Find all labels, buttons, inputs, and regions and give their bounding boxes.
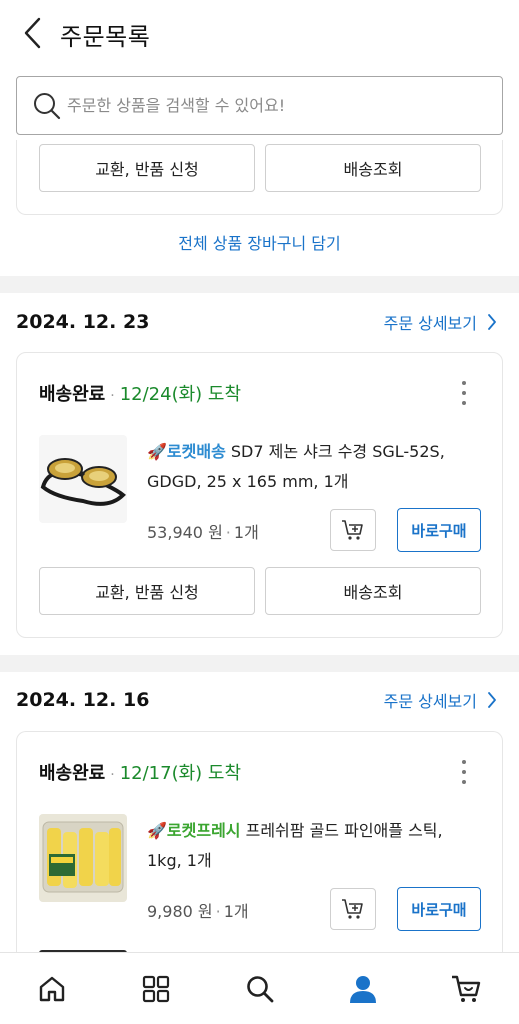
search-input[interactable] bbox=[67, 96, 467, 115]
section-divider bbox=[0, 655, 519, 672]
my-account-icon bbox=[350, 976, 376, 1003]
product-name[interactable]: 🚀로켓프레시 프레쉬팜 골드 파인애플 스틱, 1kg, 1개 bbox=[147, 816, 477, 876]
delivery-tracking-button[interactable]: 배송조회 bbox=[265, 144, 481, 192]
exchange-return-button[interactable]: 교환, 반품 신청 bbox=[39, 567, 255, 615]
rocket-icon: 🚀 bbox=[147, 442, 167, 461]
category-grid-icon bbox=[142, 975, 170, 1003]
order-detail-label: 주문 상세보기 bbox=[383, 692, 477, 711]
delivery-tracking-button[interactable]: 배송조회 bbox=[265, 567, 481, 615]
order-card: 배송완료 · 12/17(화) 도착 🚀로켓프레시 프레쉬팜 골드 파인애플 스… bbox=[16, 731, 503, 954]
product-qty: 1개 bbox=[223, 902, 249, 921]
status-label: 배송완료 bbox=[39, 384, 106, 405]
price-qty: 9,980 원 · 1개 bbox=[147, 902, 249, 921]
delivery-status: 배송완료 · 12/24(화) 도착 bbox=[39, 380, 241, 406]
more-options-icon[interactable] bbox=[460, 760, 468, 784]
product-qty: 1개 bbox=[233, 523, 259, 542]
page-title: 주문목록 bbox=[60, 23, 151, 51]
product-price: 9,980 원 bbox=[147, 902, 213, 921]
order-detail-link[interactable]: 주문 상세보기 bbox=[384, 310, 497, 334]
product-price: 53,940 원 bbox=[147, 523, 223, 542]
nav-search[interactable] bbox=[240, 969, 280, 1009]
order-detail-label: 주문 상세보기 bbox=[383, 314, 477, 333]
buy-now-button[interactable]: 바로구매 bbox=[397, 887, 481, 931]
bottom-navigation bbox=[0, 952, 519, 1024]
chevron-right-icon bbox=[488, 692, 496, 708]
status-separator: · bbox=[110, 388, 115, 404]
order-card: 배송완료 · 12/24(화) 도착 🚀로켓배송 SD7 제논 샤크 수경 SG… bbox=[16, 352, 503, 638]
nav-home[interactable] bbox=[32, 969, 72, 1009]
add-to-cart-button[interactable] bbox=[330, 888, 376, 930]
price-qty: 53,940 원 · 1개 bbox=[147, 523, 259, 542]
section-divider bbox=[0, 276, 519, 293]
add-to-cart-button[interactable] bbox=[330, 509, 376, 551]
order-date: 2024. 12. 23 bbox=[16, 311, 150, 333]
product-name[interactable]: 🚀로켓배송 SD7 제논 샤크 수경 SGL-52S, GDGD, 25 x 1… bbox=[147, 437, 477, 497]
home-icon bbox=[39, 976, 65, 1002]
status-separator: · bbox=[110, 767, 115, 783]
arrival-date: 12/17(화) 도착 bbox=[119, 763, 242, 784]
rocket-icon: 🚀 bbox=[147, 821, 167, 840]
buy-now-button[interactable]: 바로구매 bbox=[397, 508, 481, 552]
order-detail-link[interactable]: 주문 상세보기 bbox=[384, 688, 497, 712]
top-bar: 주문목록 bbox=[0, 0, 519, 68]
exchange-return-button[interactable]: 교환, 반품 신청 bbox=[39, 144, 255, 192]
more-options-icon[interactable] bbox=[460, 381, 468, 405]
arrival-date: 12/24(화) 도착 bbox=[119, 384, 242, 405]
add-all-to-cart-link[interactable]: 전체 상품 장바구니 담기 bbox=[0, 230, 519, 254]
delivery-status: 배송완료 · 12/17(화) 도착 bbox=[39, 759, 241, 785]
search-icon bbox=[247, 976, 274, 1003]
order-search-box[interactable] bbox=[16, 76, 503, 135]
back-button[interactable] bbox=[18, 16, 46, 50]
status-label: 배송완료 bbox=[39, 763, 106, 784]
cart-plus-icon bbox=[342, 520, 363, 540]
cart-icon bbox=[452, 975, 481, 1002]
search-icon bbox=[34, 92, 61, 119]
product-thumbnail-pineapple[interactable] bbox=[39, 814, 127, 902]
previous-order-card: 교환, 반품 신청 배송조회 bbox=[16, 140, 503, 215]
nav-my-account[interactable] bbox=[343, 969, 383, 1009]
chevron-left-icon bbox=[24, 17, 41, 49]
nav-cart[interactable] bbox=[446, 969, 486, 1009]
rocket-fresh-badge: 로켓프레시 bbox=[166, 821, 241, 840]
product-thumbnail-goggles[interactable] bbox=[39, 435, 127, 523]
nav-category[interactable] bbox=[136, 969, 176, 1009]
order-date: 2024. 12. 16 bbox=[16, 689, 150, 711]
cart-plus-icon bbox=[342, 899, 363, 919]
rocket-delivery-badge: 로켓배송 bbox=[166, 442, 226, 461]
chevron-right-icon bbox=[488, 314, 496, 330]
